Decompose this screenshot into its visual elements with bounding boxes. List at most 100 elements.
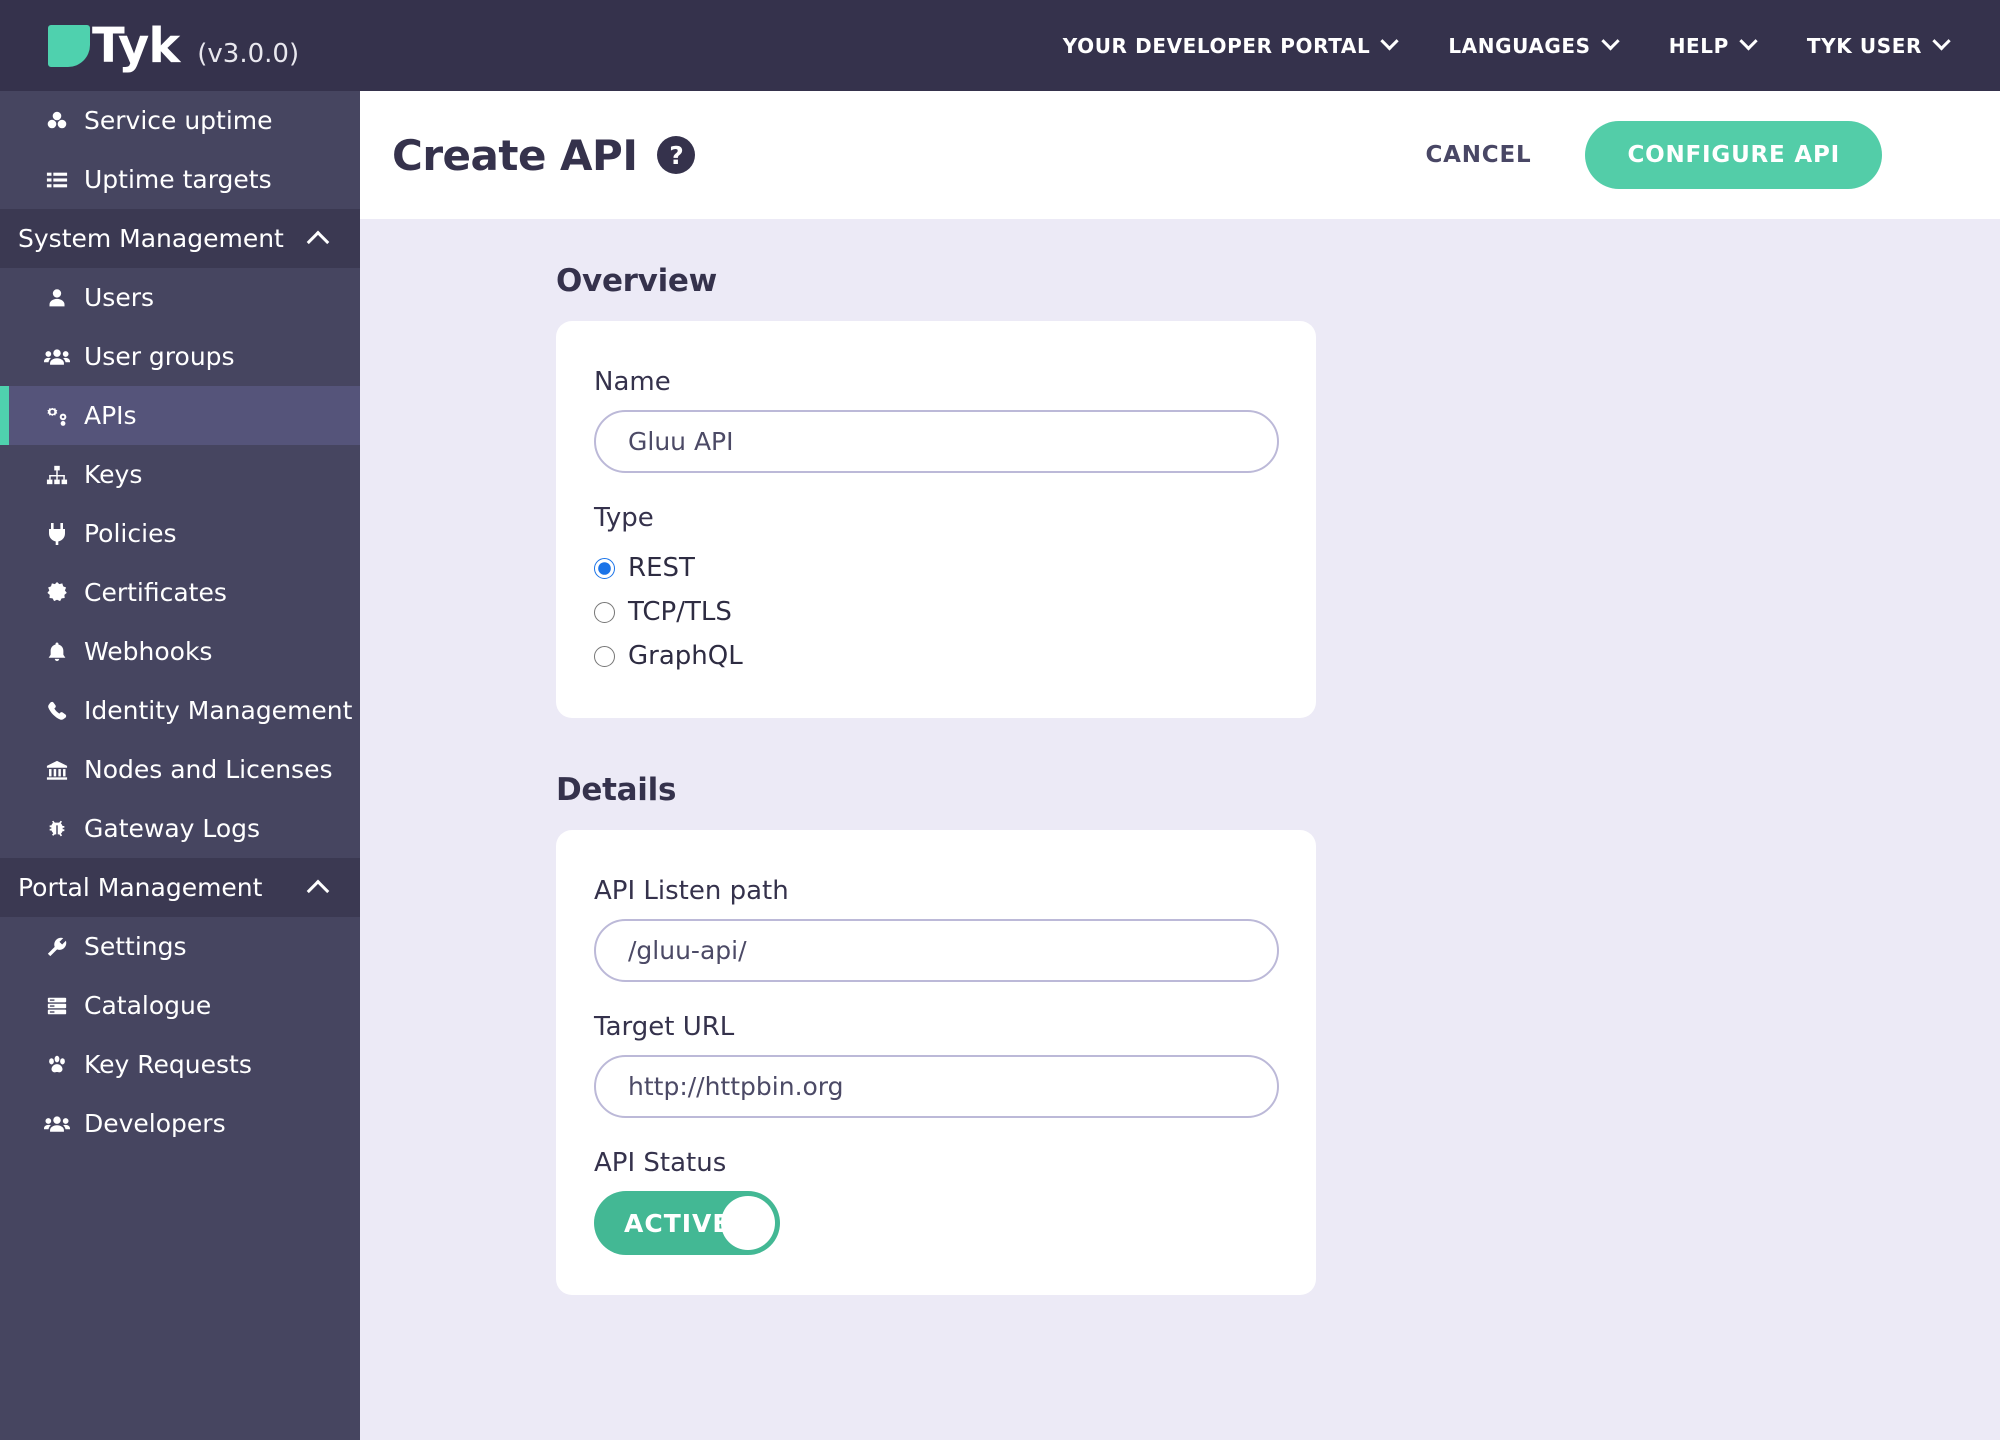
- chevron-down-icon: [1380, 32, 1400, 51]
- type-option-graphql[interactable]: GraphQL: [594, 634, 1278, 678]
- target-url-input[interactable]: [594, 1055, 1279, 1118]
- api-status-field-group: API Status ACTIVE: [594, 1148, 1278, 1255]
- api-status-label: API Status: [594, 1148, 727, 1178]
- version-label: (v3.0.0): [197, 38, 300, 69]
- sidebar-item-label: Uptime targets: [84, 165, 272, 194]
- sidebar-section-label: Portal Management: [18, 873, 263, 902]
- sidebar-item-gateway-logs[interactable]: Gateway Logs: [0, 799, 360, 858]
- listen-path-label: API Listen path: [594, 876, 789, 906]
- sidebar-item-catalogue[interactable]: Catalogue: [0, 976, 360, 1035]
- caret-up-icon: [306, 879, 330, 902]
- top-navigation-bar: Tyk (v3.0.0) YOUR DEVELOPER PORTAL LANGU…: [0, 0, 2000, 91]
- page-title: Create API: [392, 130, 638, 180]
- cancel-button[interactable]: CANCEL: [1425, 142, 1531, 168]
- sidebar-item-developers[interactable]: Developers: [0, 1094, 360, 1153]
- sidebar-item-label: Users: [84, 283, 155, 312]
- bell-icon: [42, 640, 72, 664]
- caret-up-icon: [306, 230, 330, 253]
- sidebar-item-label: Webhooks: [84, 637, 213, 666]
- sidebar-item-identity-management[interactable]: Identity Management: [0, 681, 360, 740]
- certificate-icon: [42, 581, 72, 605]
- sidebar-item-policies[interactable]: Policies: [0, 504, 360, 563]
- sidebar-item-label: Certificates: [84, 578, 227, 607]
- nav-your-developer-portal-label: YOUR DEVELOPER PORTAL: [1062, 33, 1371, 58]
- sidebar-section-label: System Management: [18, 224, 284, 253]
- sidebar-item-label: APIs: [84, 401, 137, 430]
- cubes-icon: [42, 109, 72, 133]
- brand-logo[interactable]: Tyk (v3.0.0): [0, 22, 299, 70]
- details-card: API Listen path Target URL API Status AC…: [556, 830, 1316, 1295]
- sidebar-item-label: Identity Management: [84, 696, 353, 725]
- users-icon: [42, 346, 72, 368]
- form-content: Overview Name Type REST: [360, 219, 2000, 1440]
- bank-icon: [42, 759, 72, 781]
- nav-your-developer-portal[interactable]: YOUR DEVELOPER PORTAL: [1062, 32, 1400, 58]
- type-option-rest[interactable]: REST: [594, 546, 1278, 590]
- target-url-field-group: Target URL: [594, 1012, 1279, 1118]
- sidebar-section-system-management[interactable]: System Management: [0, 209, 360, 268]
- configure-api-button[interactable]: CONFIGURE API: [1585, 121, 1882, 189]
- name-input[interactable]: [594, 410, 1279, 473]
- tyk-leaf-logo-icon: [48, 24, 90, 67]
- nav-help[interactable]: HELP: [1669, 32, 1758, 58]
- sidebar-item-uptime-targets[interactable]: Uptime targets: [0, 150, 360, 209]
- tcptls-radio[interactable]: [594, 601, 615, 623]
- name-label: Name: [594, 367, 671, 397]
- type-radio-group: REST TCP/TLS GraphQL: [594, 546, 1278, 678]
- chevron-down-icon: [1601, 32, 1620, 51]
- type-label: Type: [594, 503, 654, 533]
- name-field-group: Name: [594, 367, 1279, 473]
- type-field-group: Type REST TCP/TLS GraphQL: [594, 503, 1278, 678]
- sidebar-item-label: Developers: [84, 1109, 226, 1138]
- sidebar-item-settings[interactable]: Settings: [0, 917, 360, 976]
- wrench-icon: [42, 936, 72, 958]
- nav-languages[interactable]: LANGUAGES: [1448, 32, 1620, 58]
- sidebar-item-users[interactable]: Users: [0, 268, 360, 327]
- sidebar-item-label: Gateway Logs: [84, 814, 261, 843]
- sidebar-item-label: Policies: [84, 519, 177, 548]
- sidebar-item-webhooks[interactable]: Webhooks: [0, 622, 360, 681]
- api-status-toggle[interactable]: ACTIVE: [594, 1191, 780, 1255]
- nav-tyk-user-label: TYK USER: [1806, 33, 1922, 58]
- nav-tyk-user[interactable]: TYK USER: [1806, 32, 1951, 58]
- cogs-icon: [42, 404, 72, 428]
- header-actions: CANCEL CONFIGURE API: [1425, 121, 1882, 189]
- plug-icon: [42, 522, 72, 546]
- graphql-radio[interactable]: [594, 645, 615, 667]
- sidebar-section-portal-management[interactable]: Portal Management: [0, 858, 360, 917]
- users-icon: [42, 1113, 72, 1135]
- sidebar-item-keys[interactable]: Keys: [0, 445, 360, 504]
- page-header: Create API ? CANCEL CONFIGURE API: [360, 91, 2000, 219]
- user-icon: [42, 287, 72, 309]
- api-status-toggle-label: ACTIVE: [624, 1208, 731, 1238]
- sidebar-item-label: Service uptime: [84, 106, 273, 135]
- sidebar-item-user-groups[interactable]: User groups: [0, 327, 360, 386]
- rest-radio[interactable]: [594, 557, 615, 579]
- tyk-dashboard: Tyk (v3.0.0) YOUR DEVELOPER PORTAL LANGU…: [0, 0, 2000, 1440]
- sidebar-navigation[interactable]: Service uptime Uptime targets System Man…: [0, 91, 360, 1440]
- target-url-label: Target URL: [594, 1012, 735, 1042]
- type-option-tcptls[interactable]: TCP/TLS: [594, 590, 1278, 634]
- sidebar-item-label: User groups: [84, 342, 235, 371]
- help-question-icon[interactable]: ?: [657, 136, 696, 174]
- sidebar-item-key-requests[interactable]: Key Requests: [0, 1035, 360, 1094]
- bug-icon: [42, 817, 72, 841]
- sidebar-item-label: Keys: [84, 460, 143, 489]
- tcptls-radio-label[interactable]: TCP/TLS: [628, 597, 732, 627]
- logo-text: Tyk: [92, 17, 180, 74]
- paw-icon: [42, 1054, 72, 1076]
- graphql-radio-label[interactable]: GraphQL: [628, 641, 743, 671]
- sidebar-item-service-uptime[interactable]: Service uptime: [0, 91, 360, 150]
- rest-radio-label[interactable]: REST: [628, 553, 695, 583]
- sidebar-item-certificates[interactable]: Certificates: [0, 563, 360, 622]
- sidebar-item-label: Catalogue: [84, 991, 212, 1020]
- listen-path-input[interactable]: [594, 919, 1279, 982]
- server-icon: [42, 995, 72, 1017]
- sidebar-item-nodes-and-licenses[interactable]: Nodes and Licenses: [0, 740, 360, 799]
- top-nav-items: YOUR DEVELOPER PORTAL LANGUAGES HELP TYK…: [1062, 32, 2000, 58]
- details-section: Details API Listen path Target URL API S…: [556, 772, 1316, 1295]
- sidebar-item-apis[interactable]: APIs: [0, 386, 360, 445]
- nav-languages-label: LANGUAGES: [1448, 33, 1591, 58]
- main-content: Create API ? CANCEL CONFIGURE API Overvi…: [360, 91, 2000, 1440]
- sitemap-icon: [42, 464, 72, 486]
